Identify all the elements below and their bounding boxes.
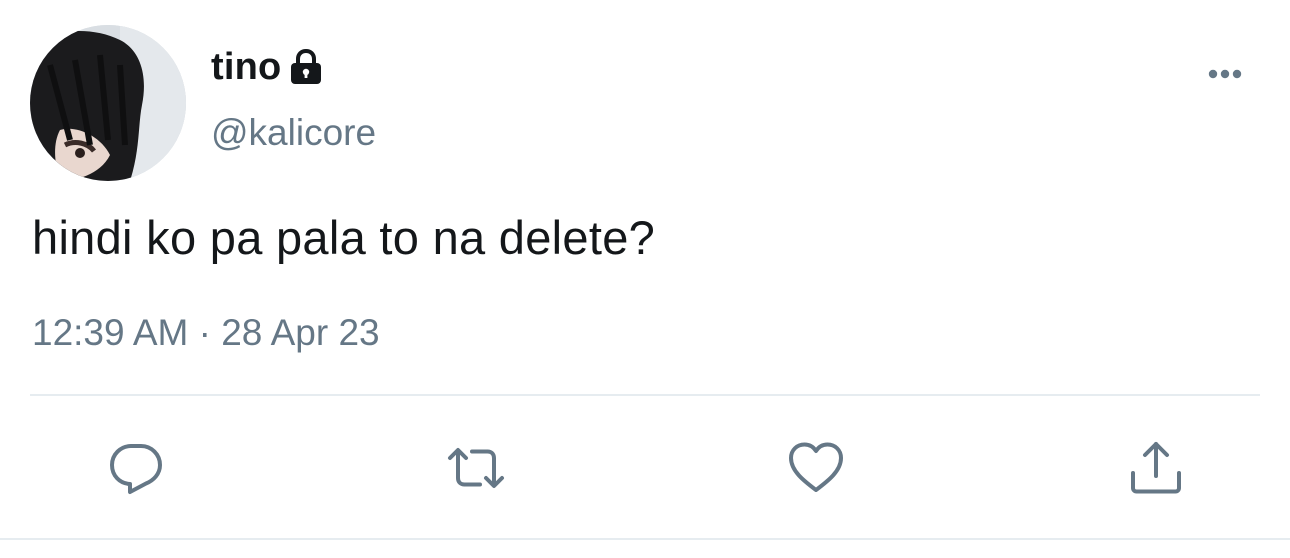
bottom-divider [0, 538, 1290, 540]
retweet-icon [448, 448, 504, 488]
avatar[interactable] [30, 25, 186, 181]
user-handle[interactable]: @kalicore [211, 112, 376, 154]
display-name-row: tino [211, 42, 323, 92]
tweet-card: tino @kalicore hindi ko pa pala to na de… [0, 0, 1290, 558]
share-icon [1131, 442, 1181, 494]
reply-button[interactable] [104, 436, 168, 500]
timestamp[interactable]: 12:39 AM · 28 Apr 23 [32, 312, 380, 354]
reply-icon [110, 444, 162, 494]
retweet-button[interactable] [444, 436, 508, 500]
lock-icon [289, 48, 323, 86]
like-button[interactable] [784, 436, 848, 500]
avatar-image [30, 25, 186, 181]
more-horizontal-icon[interactable] [1200, 62, 1250, 86]
share-button[interactable] [1124, 436, 1188, 500]
tweet-text: hindi ko pa pala to na delete? [32, 211, 656, 264]
display-name[interactable]: tino [211, 46, 281, 89]
heart-icon [789, 442, 843, 492]
divider [30, 394, 1260, 396]
